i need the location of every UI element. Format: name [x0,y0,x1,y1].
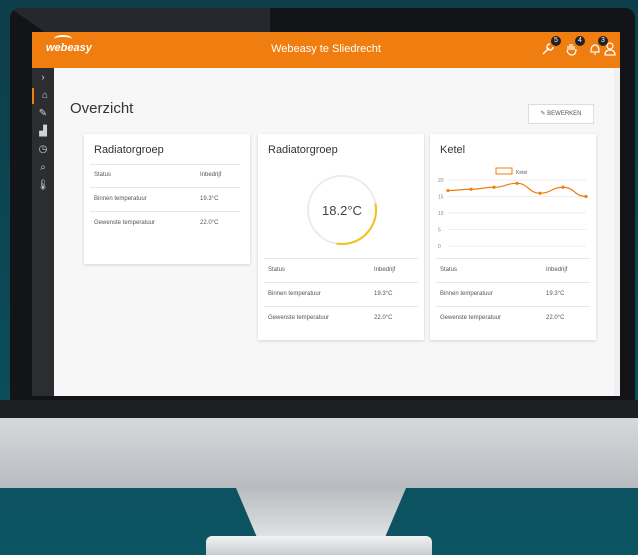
hand-badge: 4 [575,36,585,46]
screen: webeasy Webeasy te Sliedrecht 5 4 3 › ⌂ … [32,32,620,396]
data-point [538,191,542,195]
data-point [469,187,473,191]
hand-icon[interactable]: 4 [564,36,585,57]
data-point [446,188,450,193]
row-value: 22.0°C [374,315,393,321]
row-label: Gewenste temperatuur [94,220,156,226]
monitor-chin [0,418,638,488]
side-nav: › ⌂ ✎ ▟ ◷ ⌕ 🌡 [32,68,54,396]
temperature-gauge: 18.2°C [307,175,377,245]
boiler-chart: Ketel 20 15 10 5 0 [438,167,588,250]
wrench-badge: 5 [551,36,561,46]
row-value: Inbedrijf [374,267,396,273]
clip-icon[interactable]: ✎ [32,106,54,122]
gauge-value: 18.2°C [322,203,362,218]
legend-label: Ketel [516,170,527,176]
row-label: Status [440,267,458,273]
radiator-card-2[interactable]: Radiatorgroep 18.2°C Status Inbedrijf Bi… [258,134,424,340]
row-value: Inbedrijf [200,172,222,178]
y-tick-label: 0 [438,244,441,250]
y-tick-label: 15 [438,195,444,201]
monitor-base [206,536,432,555]
y-tick-label: 5 [438,228,441,234]
edit-button[interactable]: ✎ BEWERKEN [528,104,594,124]
y-tick-label: 20 [438,178,444,184]
row-label: Binnen temperatuur [440,291,493,297]
data-point [492,185,496,189]
edit-label: BEWERKEN [547,111,582,117]
row-value: 19.3°C [200,196,219,202]
app-title: Webeasy te Sliedrecht [271,43,381,55]
boiler-card[interactable]: Ketel Ketel 20 15 10 5 0 Status Inbedrijf Bin… [430,134,596,340]
series-line [447,182,587,198]
scrollbar[interactable] [614,68,620,396]
row-value: 22.0°C [200,220,219,226]
data-point [584,194,588,199]
row-value: Inbedrijf [546,267,568,273]
top-bar: webeasy Webeasy te Sliedrecht 5 4 3 [32,32,620,68]
legend-swatch [495,167,513,175]
home-icon[interactable]: ⌂ [32,88,56,104]
card-title: Ketel [440,144,466,156]
row-label: Binnen temperatuur [94,196,147,202]
page-title: Overzicht [70,100,134,117]
row-label: Gewenste temperatuur [440,315,502,321]
main-content: Overzicht ✎ BEWERKEN Radiatorgroep Statu… [54,68,620,396]
row-label: Status [268,267,286,273]
data-point [515,181,519,185]
chart-icon[interactable]: ▟ [32,124,54,140]
row-value: 19.3°C [374,291,393,297]
clock-icon[interactable]: ◷ [32,142,54,158]
monitor-bottom-edge [0,400,638,418]
row-value: 22.0°C [546,315,565,321]
thermometer-icon[interactable]: 🌡 [32,178,54,194]
card-title: Radiatorgroep [268,144,338,156]
search-icon[interactable]: ⌕ [32,160,54,176]
radiator-card-1[interactable]: Radiatorgroep Status Inbedrijf Binnen te… [84,134,250,264]
row-label: Gewenste temperatuur [268,315,330,321]
row-label: Binnen temperatuur [268,291,321,297]
expand-icon[interactable]: › [32,70,54,86]
row-value: 19.3°C [546,291,565,297]
row-label: Status [94,172,112,178]
y-tick-label: 10 [438,211,444,217]
wrench-icon[interactable]: 5 [540,36,561,57]
data-point [561,185,565,189]
card-title: Radiatorgroep [94,144,164,156]
monitor-stand [236,488,406,536]
user-icon[interactable] [602,41,618,57]
bell-icon[interactable]: 3 [587,36,608,57]
